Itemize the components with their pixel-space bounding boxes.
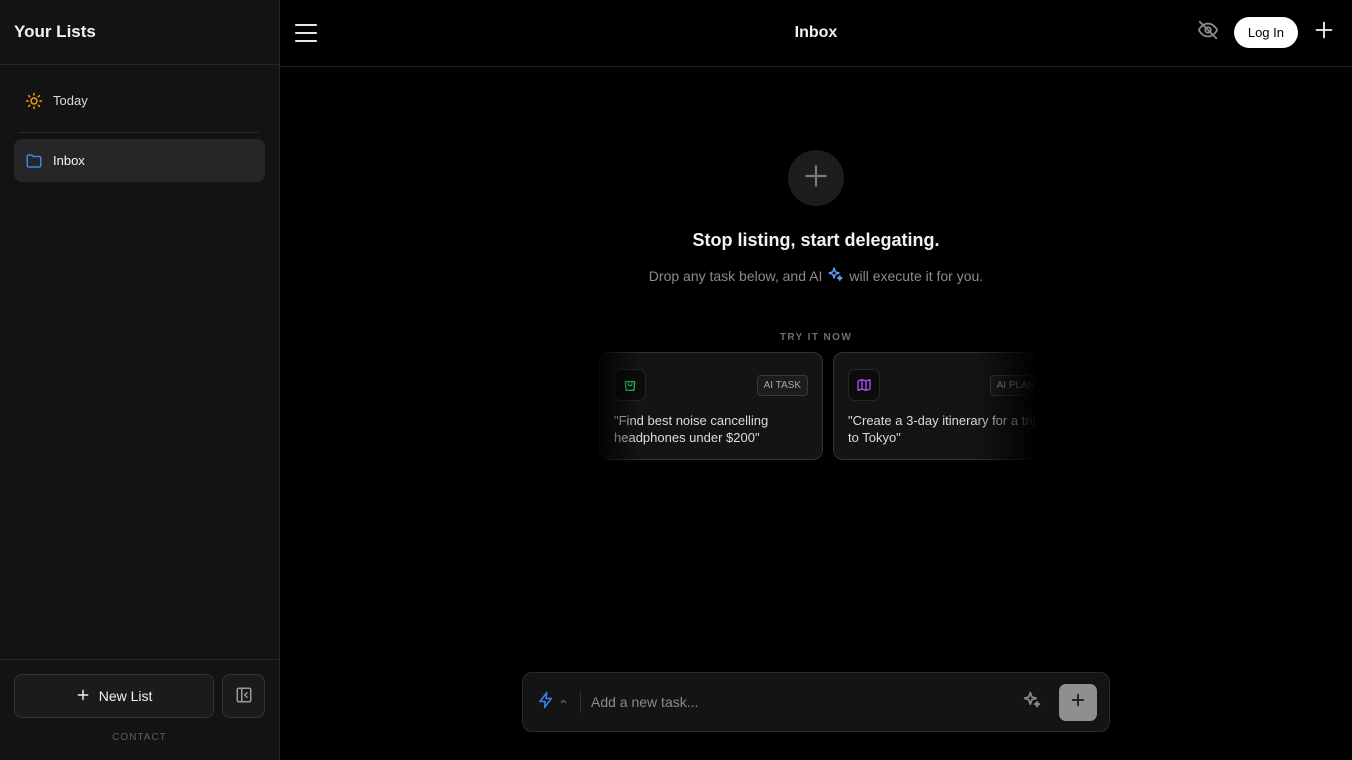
eye-off-icon [1197, 19, 1219, 46]
try-it-now-label: TRY IT NOW [779, 332, 853, 343]
plus-icon [803, 163, 829, 194]
task-input[interactable] [591, 687, 1019, 717]
sidebar-item-inbox[interactable]: Inbox [14, 139, 265, 182]
main-area: Inbox Log In Stop listing, start delegat… [280, 0, 1352, 760]
sparkles-icon [827, 266, 844, 286]
suggestion-cards: AI TASK "Find best noise cancelling head… [599, 352, 1035, 460]
folder-icon [25, 152, 43, 170]
empty-state: Stop listing, start delegating. Drop any… [280, 150, 1352, 343]
app: Your Lists Today Inbox New List CONTACT … [0, 0, 1352, 760]
top-actions: Log In [1196, 17, 1336, 48]
chevron-up-icon [559, 693, 568, 711]
sidebar-title: Your Lists [14, 22, 96, 41]
suggestion-carousel: AI TASK "Find best noise cancelling head… [599, 352, 1035, 462]
lightning-icon [537, 691, 555, 714]
sparkles-icon [1022, 690, 1042, 715]
card-text: "Find best noise cancelling headphones u… [614, 413, 769, 445]
sidebar-footer: New List CONTACT [0, 659, 279, 760]
task-composer [522, 672, 1110, 732]
menu-icon-line [295, 32, 317, 34]
login-button[interactable]: Log In [1233, 17, 1298, 48]
card-badge: AI TASK [756, 374, 808, 396]
plus-icon [1314, 20, 1334, 45]
new-list-label: New List [98, 688, 153, 704]
hide-completed-button[interactable] [1196, 19, 1220, 46]
new-list-button[interactable]: New List [14, 674, 215, 718]
menu-icon-line [295, 40, 317, 42]
sidebar: Your Lists Today Inbox New List CONTACT [0, 0, 280, 760]
contact-link[interactable]: CONTACT [14, 732, 265, 743]
suggestion-card[interactable]: AI TASK "Find best noise cancelling head… [599, 352, 823, 460]
sidebar-header: Your Lists [0, 0, 279, 65]
empty-headline: Stop listing, start delegating. [692, 230, 940, 250]
shopping-bag-icon [614, 369, 646, 401]
sidebar-nav: Today Inbox [0, 65, 279, 182]
card-text: "Create a 3-day itinerary for a trip to … [848, 413, 1035, 445]
sidebar-item-label: Inbox [53, 153, 85, 168]
card-header: AI PLAN [848, 369, 1035, 401]
sidebar-divider [20, 132, 259, 133]
plus-icon [1070, 692, 1086, 713]
card-badge: AI PLAN [989, 374, 1035, 396]
empty-subline: Drop any task below, and AI will execute… [649, 266, 983, 286]
menu-icon-line [295, 24, 317, 26]
sidebar-item-today[interactable]: Today [14, 79, 265, 122]
plus-icon [76, 688, 90, 705]
top-bar: Inbox Log In [280, 0, 1352, 67]
collapse-sidebar-button[interactable] [222, 674, 265, 718]
menu-button[interactable] [295, 22, 317, 44]
mode-selector[interactable] [537, 691, 581, 713]
sidebar-item-label: Today [53, 93, 88, 108]
sun-icon [25, 92, 43, 110]
map-icon [848, 369, 880, 401]
page-title: Inbox [794, 24, 838, 41]
subline-after: will execute it for you. [849, 268, 984, 284]
subline-before: Drop any task below, and AI [648, 268, 823, 284]
add-task-button[interactable] [1059, 683, 1097, 721]
add-button[interactable] [1312, 21, 1336, 45]
empty-add-button[interactable] [788, 150, 844, 206]
ai-assist-button[interactable] [1019, 689, 1045, 715]
card-header: AI TASK [614, 369, 808, 401]
suggestion-card[interactable]: AI PLAN "Create a 3-day itinerary for a … [833, 352, 1035, 460]
sidebar-footer-actions: New List [14, 674, 265, 718]
sidebar-collapse-icon [235, 686, 253, 707]
